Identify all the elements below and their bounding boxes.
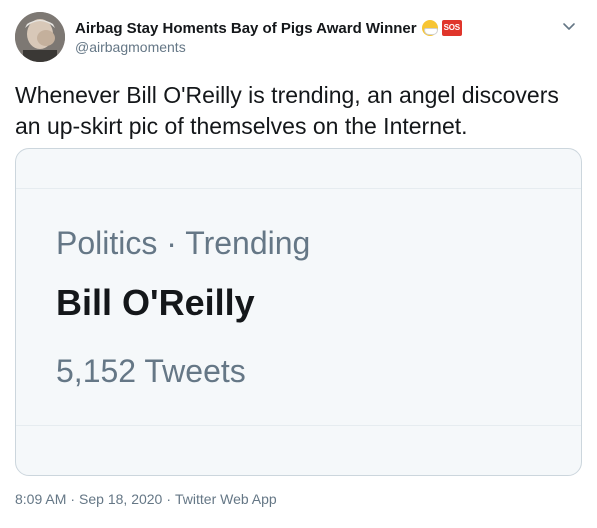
meta-separator: · (166, 491, 172, 507)
tweet-time[interactable]: 8:09 AM (15, 491, 66, 507)
display-name[interactable]: Airbag Stay Homents Bay of Pigs Award Wi… (75, 20, 417, 37)
avatar-image (15, 12, 65, 62)
trend-card[interactable]: Politics · Trending Bill O'Reilly 5,152 … (15, 148, 582, 476)
author-names: Airbag Stay Homents Bay of Pigs Award Wi… (75, 18, 525, 55)
author-handle[interactable]: @airbagmoments (75, 39, 525, 55)
name-line: Airbag Stay Homents Bay of Pigs Award Wi… (75, 18, 525, 38)
tweet-source: Twitter Web App (175, 491, 277, 507)
face-with-medical-mask-icon (421, 20, 438, 36)
card-divider-bottom (16, 425, 581, 426)
card-divider-top (16, 188, 581, 189)
tweet: Airbag Stay Homents Bay of Pigs Award Wi… (0, 0, 597, 528)
sos-button-icon: SOS (441, 20, 462, 36)
trend-title: Bill O'Reilly (56, 282, 255, 323)
trend-tweet-count: 5,152 Tweets (56, 353, 246, 389)
trend-context: Politics · Trending (56, 225, 311, 261)
tweet-meta: 8:09 AM · Sep 18, 2020 · Twitter Web App (15, 491, 277, 507)
tweet-header: Airbag Stay Homents Bay of Pigs Award Wi… (15, 12, 585, 62)
meta-separator: · (70, 491, 76, 507)
chevron-down-icon[interactable] (561, 18, 577, 34)
tweet-text: Whenever Bill O'Reilly is trending, an a… (15, 82, 559, 139)
avatar[interactable] (15, 12, 65, 62)
tweet-date[interactable]: Sep 18, 2020 (79, 491, 162, 507)
